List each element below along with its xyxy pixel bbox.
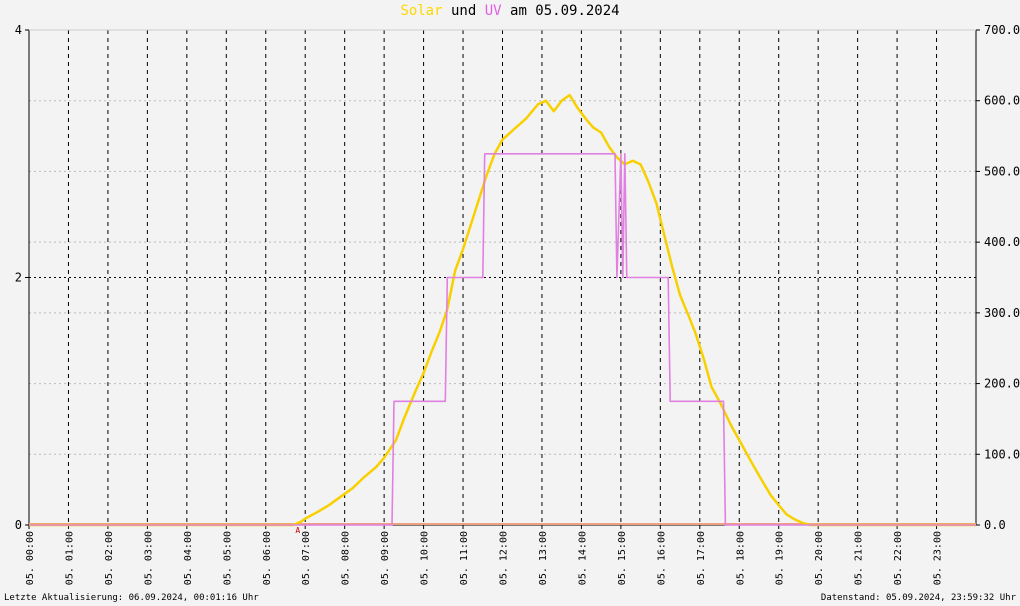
- right-tick-label: 100.0: [984, 447, 1020, 461]
- x-tick-label: 05. 17:00: [696, 531, 707, 585]
- x-tick-label: 05. 15:00: [617, 531, 628, 585]
- start-marker: A: [295, 526, 300, 535]
- x-tick-label: 05. 12:00: [499, 531, 510, 585]
- x-tick-label: 05. 04:00: [183, 531, 194, 585]
- footer-last-update: Letzte Aktualisierung: 06.09.2024, 00:01…: [4, 593, 259, 603]
- x-tick-label: 05. 21:00: [854, 531, 865, 585]
- left-tick-label: 4: [15, 23, 22, 37]
- x-tick-label: 05. 19:00: [775, 531, 786, 585]
- x-tick-label: 05. 00:00: [25, 531, 36, 585]
- x-tick-label: 05. 05:00: [222, 531, 233, 585]
- x-tick-label: 05. 06:00: [262, 531, 273, 585]
- right-tick-label: 400.0: [984, 235, 1020, 249]
- left-tick-label: 0: [15, 518, 22, 532]
- x-tick-label: 05. 20:00: [814, 531, 825, 585]
- x-tick-label: 05. 18:00: [735, 531, 746, 585]
- x-tick-label: 05. 07:00: [301, 531, 312, 585]
- x-tick-label: 05. 08:00: [341, 531, 352, 585]
- right-tick-label: 300.0: [984, 306, 1020, 320]
- left-tick-label: 2: [15, 271, 22, 285]
- x-tick-label: 05. 01:00: [64, 531, 75, 585]
- right-axis-ticks: 0.0 100.0 200.0 300.0 400.0 500.0 600.0 700.0: [976, 23, 1020, 532]
- left-axis-ticks: 0 2 4: [15, 23, 29, 532]
- right-tick-label: 600.0: [984, 94, 1020, 108]
- x-tick-label: 05. 22:00: [893, 531, 904, 585]
- x-tick-label: 05. 10:00: [420, 531, 431, 585]
- footer-data-state: Datenstand: 05.09.2024, 23:59:32 Uhr: [820, 593, 1016, 603]
- x-tick-label: 05. 13:00: [538, 531, 549, 585]
- right-tick-label: 0.0: [984, 518, 1006, 532]
- grid: [29, 30, 976, 525]
- right-tick-label: 700.0: [984, 23, 1020, 37]
- x-tick-label: 05. 23:00: [933, 531, 944, 585]
- right-tick-label: 500.0: [984, 164, 1020, 178]
- x-tick-label: 05. 03:00: [143, 531, 154, 585]
- x-tick-label: 05. 11:00: [459, 531, 470, 585]
- x-tick-label: 05. 14:00: [577, 531, 588, 585]
- x-tick-label: 05. 02:00: [104, 531, 115, 585]
- right-tick-label: 200.0: [984, 377, 1020, 391]
- x-tick-label: 05. 16:00: [656, 531, 667, 585]
- x-axis-ticks: 05. 00:00 05. 01:00 05. 02:00 05. 03:00 05. …: [25, 525, 944, 585]
- chart-svg: 0 2 4 0.0 100.0 200.0 300.0 400.0 500.0 600.0 700…: [15, 23, 1020, 585]
- x-tick-label: 05. 09:00: [380, 531, 391, 585]
